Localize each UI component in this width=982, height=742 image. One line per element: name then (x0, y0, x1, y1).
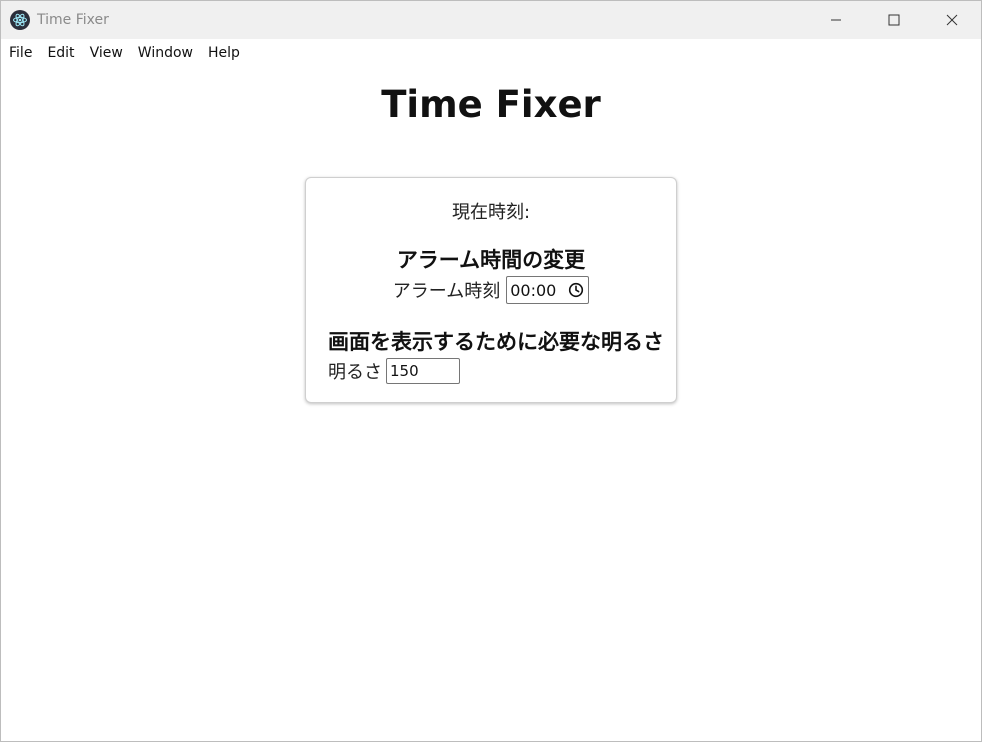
alarm-time-row: アラーム時刻 00:00 (306, 276, 676, 304)
brightness-input[interactable] (386, 358, 460, 384)
maximize-button[interactable] (865, 1, 923, 39)
app-window: Time Fixer File Edit View Window Help Ti… (0, 0, 982, 742)
electron-icon (10, 10, 30, 30)
alarm-time-value: 00:00 (510, 280, 557, 300)
main-content: Time Fixer 現在時刻: アラーム時間の変更 アラーム時刻 00:00 … (1, 67, 981, 739)
maximize-icon (888, 14, 900, 26)
brightness-label: 明るさ (328, 362, 382, 383)
menu-bar: File Edit View Window Help (1, 39, 981, 67)
menu-view[interactable]: View (90, 45, 123, 61)
page-title: Time Fixer (381, 83, 601, 126)
alarm-time-input[interactable]: 00:00 (506, 276, 590, 304)
alarm-section-heading: アラーム時間の変更 (396, 248, 586, 272)
menu-edit[interactable]: Edit (47, 45, 74, 61)
alarm-time-label: アラーム時刻 (392, 281, 501, 302)
title-bar[interactable]: Time Fixer (1, 1, 981, 39)
minimize-icon (831, 19, 841, 21)
window-controls (807, 1, 981, 39)
window-title: Time Fixer (37, 12, 109, 28)
menu-file[interactable]: File (9, 45, 32, 61)
menu-help[interactable]: Help (208, 45, 240, 61)
close-button[interactable] (923, 1, 981, 39)
close-icon (946, 14, 958, 26)
current-time-label: 現在時刻: (451, 202, 531, 223)
brightness-row: 明るさ (328, 358, 460, 384)
settings-card: 現在時刻: アラーム時間の変更 アラーム時刻 00:00 画面を表示するために必… (305, 177, 677, 403)
menu-window[interactable]: Window (138, 45, 193, 61)
brightness-section-heading: 画面を表示するために必要な明るさ (328, 330, 664, 354)
clock-icon[interactable] (568, 282, 584, 298)
minimize-button[interactable] (807, 1, 865, 39)
